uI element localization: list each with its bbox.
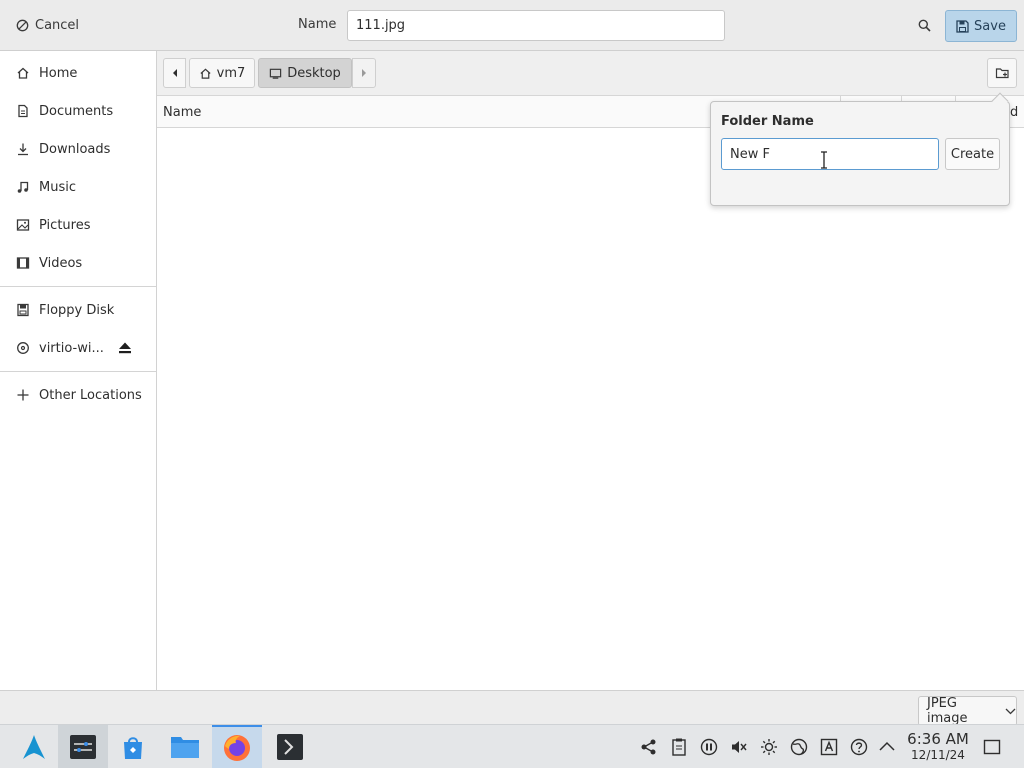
download-icon: [16, 142, 30, 156]
video-icon: [16, 256, 30, 270]
document-icon: [16, 104, 30, 118]
path-forward-button[interactable]: [352, 58, 376, 88]
taskbar-discover[interactable]: [108, 725, 158, 768]
create-label: Create: [950, 146, 995, 162]
sidebar-item-home[interactable]: Home: [0, 55, 156, 91]
path-segment-label: vm7: [216, 65, 246, 81]
search-button[interactable]: [911, 12, 937, 38]
popover-title: Folder Name: [721, 114, 814, 129]
path-back-button[interactable]: [163, 58, 186, 88]
clipboard-icon[interactable]: [669, 737, 689, 757]
taskbar-settings[interactable]: [58, 725, 108, 768]
sidebar-item-label: Downloads: [39, 141, 111, 157]
new-folder-button[interactable]: [987, 58, 1017, 88]
search-icon: [918, 19, 931, 32]
show-desktop-icon: [983, 738, 1001, 756]
desktop-icon: [269, 67, 282, 80]
media-pause-icon[interactable]: [699, 737, 719, 757]
sidebar-item-label: Music: [39, 179, 76, 195]
clock[interactable]: 6:36 AM 12/11/24: [903, 730, 973, 762]
system-settings-icon: [69, 733, 97, 761]
eject-icon: [117, 340, 133, 356]
disc-icon: [16, 341, 30, 355]
text-cursor-icon: [819, 151, 829, 169]
save-icon: [956, 19, 969, 33]
chevron-right-icon: [360, 68, 368, 78]
clock-time: 6:36 AM: [907, 730, 969, 748]
path-bar: vm7 Desktop: [157, 51, 1024, 96]
sidebar-item-documents[interactable]: Documents: [0, 93, 156, 129]
path-segment-desktop[interactable]: Desktop: [258, 58, 352, 88]
save-label: Save: [974, 18, 1006, 34]
show-desktop-button[interactable]: [983, 738, 1001, 756]
file-type-filter[interactable]: JPEG image: [918, 696, 1017, 726]
sidebar-item-music[interactable]: Music: [0, 169, 156, 205]
brightness-icon[interactable]: [759, 737, 779, 757]
sidebar-separator: [0, 371, 156, 372]
new-folder-popover: Folder Name Create: [710, 92, 1010, 206]
chevron-down-icon: [1005, 708, 1016, 715]
sidebar-item-floppy-disk[interactable]: Floppy Disk: [0, 292, 156, 328]
keyboard-layout-icon[interactable]: [819, 737, 839, 757]
sidebar-item-pictures[interactable]: Pictures: [0, 207, 156, 243]
taskbar: 6:36 AM 12/11/24: [0, 724, 1024, 768]
path-segment-home[interactable]: vm7: [189, 58, 255, 88]
places-sidebar: Home Documents Downloads Music Pictures …: [0, 51, 157, 690]
taskbar-terminal[interactable]: [265, 725, 315, 768]
home-icon: [199, 67, 212, 80]
filename-input[interactable]: [347, 10, 725, 41]
name-label: Name: [298, 17, 337, 32]
sidebar-item-label: Home: [39, 65, 78, 81]
sidebar-item-label: Other Locations: [39, 387, 142, 403]
sidebar-separator: [0, 286, 156, 287]
cancel-icon: [16, 19, 29, 32]
chevron-left-icon: [171, 68, 179, 78]
store-bag-icon: [119, 733, 147, 761]
clock-date: 12/11/24: [911, 748, 965, 762]
network-globe-icon[interactable]: [789, 737, 809, 757]
sidebar-item-label: virtio-wi...: [39, 340, 104, 356]
header-bar: Cancel Name Save: [0, 0, 1024, 51]
filter-bar: JPEG image: [0, 690, 1024, 726]
sidebar-item-label: Pictures: [39, 217, 91, 233]
app-launcher-button[interactable]: [9, 725, 59, 768]
picture-icon: [16, 218, 30, 232]
sidebar-item-label: Floppy Disk: [39, 302, 115, 318]
cancel-button[interactable]: Cancel: [8, 10, 87, 41]
volume-muted-icon[interactable]: [729, 737, 749, 757]
music-icon: [16, 180, 30, 194]
chevron-up-icon[interactable]: [877, 737, 897, 757]
home-icon: [16, 66, 30, 80]
taskbar-file-manager[interactable]: [160, 725, 210, 768]
cancel-label: Cancel: [35, 18, 80, 33]
folder-name-input[interactable]: [721, 138, 939, 170]
sidebar-item-other-locations[interactable]: Other Locations: [0, 377, 156, 413]
create-button[interactable]: Create: [945, 138, 1000, 170]
sidebar-item-label: Videos: [39, 255, 83, 271]
sidebar-item-videos[interactable]: Videos: [0, 245, 156, 281]
sidebar-item-label: Documents: [39, 103, 114, 119]
new-folder-icon: [995, 66, 1010, 80]
taskbar-firefox[interactable]: [212, 725, 262, 768]
network-share-icon[interactable]: [639, 737, 659, 757]
eject-button[interactable]: [117, 340, 133, 356]
filter-selected-label: JPEG image: [927, 696, 968, 726]
folder-icon: [170, 734, 200, 760]
terminal-icon: [276, 733, 304, 761]
column-header-partial[interactable]: d: [1010, 105, 1018, 120]
firefox-icon: [222, 733, 252, 763]
column-header-name[interactable]: Name: [163, 105, 201, 120]
plus-icon: [16, 388, 30, 402]
save-button[interactable]: Save: [945, 10, 1017, 42]
path-segment-label: Desktop: [287, 65, 341, 81]
floppy-icon: [16, 303, 30, 317]
arch-logo-icon: [20, 733, 48, 761]
help-icon[interactable]: [849, 737, 869, 757]
sidebar-item-downloads[interactable]: Downloads: [0, 131, 156, 167]
